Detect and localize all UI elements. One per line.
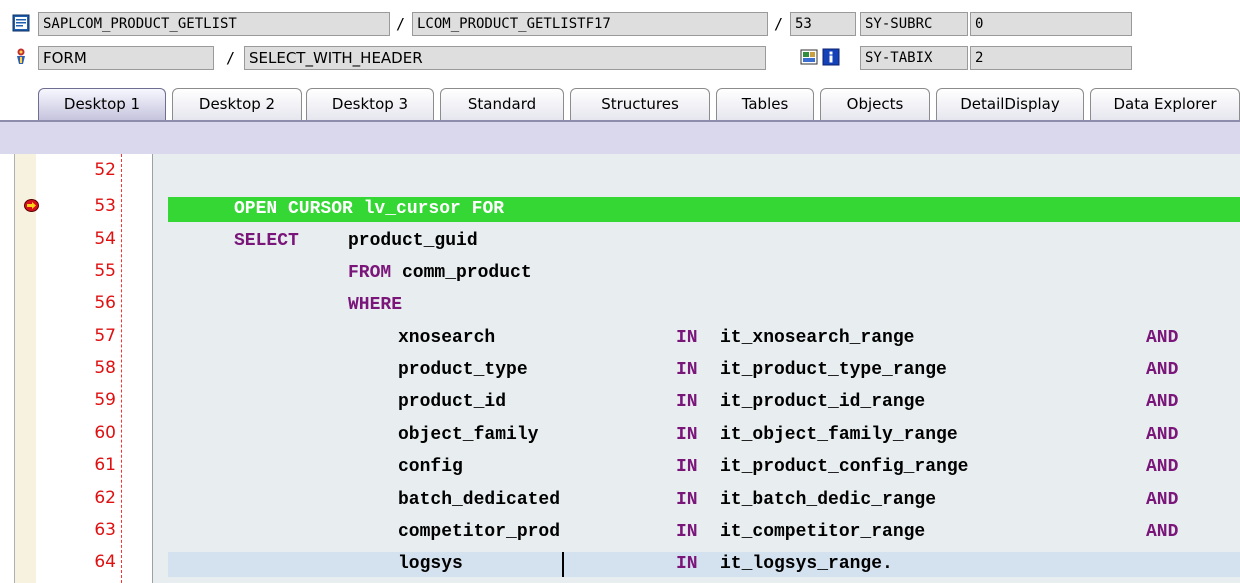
keyword-in: IN — [676, 457, 698, 477]
line-number: 56 — [94, 293, 116, 313]
code-text: it_xnosearch_range — [720, 328, 915, 348]
keyword-in: IN — [676, 328, 698, 348]
tab-standard[interactable]: Standard — [440, 88, 564, 120]
code-text: it_product_config_range — [720, 457, 969, 477]
sysvar2-value-field[interactable]: 2 — [970, 46, 1132, 70]
code-text: xnosearch — [398, 328, 496, 348]
line-number: 58 — [94, 358, 116, 378]
event-name-field[interactable]: SELECT_WITH_HEADER — [244, 46, 766, 70]
code-text: product_guid — [348, 231, 478, 251]
keyword-and: AND — [1146, 360, 1179, 380]
tab-data-explorer[interactable]: Data Explorer — [1090, 88, 1240, 120]
keyword-in: IN — [676, 360, 698, 380]
line-number: 59 — [94, 390, 116, 410]
code-text: it_logsys_range. — [720, 554, 893, 574]
code-line[interactable]: config IN it_product_config_range AND — [168, 455, 1240, 480]
program-separator: / — [396, 15, 406, 33]
code-text: object_family — [398, 425, 539, 445]
program-name-field[interactable]: SAPLCOM_PRODUCT_GETLIST — [38, 12, 390, 36]
line-number: 61 — [94, 455, 116, 475]
keyword-select: SELECT — [234, 231, 299, 251]
code-line[interactable]: batch_dedicated IN it_batch_dedic_range … — [168, 488, 1240, 513]
code-line[interactable]: WHERE — [168, 293, 1240, 318]
sysvar1-name-field[interactable]: SY-SUBRC — [860, 12, 968, 36]
keyword-from: FROM — [348, 263, 392, 283]
code-text: competitor_prod — [398, 522, 561, 542]
desktop-toolbar-strip — [0, 122, 1240, 154]
code-text: OPEN CURSOR lv_cursor FOR — [234, 199, 505, 219]
keyword-in: IN — [676, 392, 698, 412]
tab-objects[interactable]: Objects — [820, 88, 930, 120]
tab-tables[interactable]: Tables — [716, 88, 814, 120]
line-number-field[interactable]: 53 — [790, 12, 856, 36]
code-text: it_batch_dedic_range — [720, 490, 937, 510]
code-text: it_product_type_range — [720, 360, 947, 380]
keyword-where: WHERE — [348, 295, 403, 315]
line-number: 55 — [94, 261, 116, 281]
code-line-current[interactable]: OPEN CURSOR lv_cursor FOR — [168, 197, 1240, 222]
code-line-cursor[interactable]: logsys IN it_logsys_range. — [168, 552, 1240, 577]
code-text: it_product_id_range — [720, 392, 926, 412]
code-text: product_type — [398, 360, 528, 380]
line-number: 60 — [94, 423, 116, 443]
line-number: 57 — [94, 326, 116, 346]
tab-structures[interactable]: Structures — [570, 88, 710, 120]
line-number: 53 — [94, 196, 116, 216]
tab-desktop-1[interactable]: Desktop 1 — [38, 88, 166, 120]
code-line[interactable]: FROM comm_product — [168, 261, 1240, 286]
line-number: 52 — [94, 160, 116, 180]
source-code-editor[interactable]: 52 53 54 55 56 57 58 59 60 61 62 63 64 O… — [0, 154, 1240, 583]
code-line[interactable]: product_type IN it_product_type_range AN… — [168, 358, 1240, 383]
code-text: config — [398, 457, 463, 477]
keyword-in: IN — [676, 490, 698, 510]
tab-desktop-3[interactable]: Desktop 3 — [306, 88, 434, 120]
keyword-in: IN — [676, 522, 698, 542]
line-number: 62 — [94, 488, 116, 508]
code-line[interactable]: object_family IN it_object_family_range … — [168, 423, 1240, 448]
code-text: it_object_family_range — [720, 425, 958, 445]
info-icon[interactable] — [822, 48, 840, 66]
code-line[interactable]: competitor_prod IN it_competitor_range A… — [168, 520, 1240, 545]
code-text: logsys — [398, 554, 463, 574]
text-cursor — [562, 552, 564, 577]
code-line[interactable]: product_id IN it_product_id_range AND — [168, 390, 1240, 415]
event-type-field[interactable]: FORM — [38, 46, 214, 70]
line-separator: / — [774, 15, 784, 33]
keyword-and: AND — [1146, 392, 1179, 412]
keyword-and: AND — [1146, 457, 1179, 477]
tab-detaildisplay[interactable]: DetailDisplay — [936, 88, 1084, 120]
sysvar1-value-field[interactable]: 0 — [970, 12, 1132, 36]
code-text: it_competitor_range — [720, 522, 926, 542]
event-icon — [17, 48, 25, 64]
breakpoint-gutter[interactable] — [14, 154, 37, 583]
keyword-and: AND — [1146, 490, 1179, 510]
line-number: 63 — [94, 520, 116, 540]
keyword-and: AND — [1146, 522, 1179, 542]
tab-desktop-2[interactable]: Desktop 2 — [172, 88, 302, 120]
line-number: 64 — [94, 552, 116, 572]
desktop-tab-strip: Desktop 1 Desktop 2 Desktop 3 Standard S… — [0, 84, 1240, 120]
sysvar2-name-field[interactable]: SY-TABIX — [860, 46, 968, 70]
display-object-icon[interactable] — [800, 48, 818, 66]
keyword-and: AND — [1146, 425, 1179, 445]
code-text: comm_product — [402, 263, 532, 283]
code-text: batch_dedicated — [398, 490, 561, 510]
include-name-field[interactable]: LCOM_PRODUCT_GETLISTF17 — [412, 12, 768, 36]
keyword-in: IN — [676, 425, 698, 445]
event-separator: / — [226, 49, 236, 67]
debugger-header: SAPLCOM_PRODUCT_GETLIST / LCOM_PRODUCT_G… — [0, 0, 1240, 88]
code-line[interactable]: SELECT product_guid — [168, 229, 1240, 254]
code-line[interactable]: xnosearch IN it_xnosearch_range AND — [168, 326, 1240, 351]
code-text: product_id — [398, 392, 507, 412]
keyword-and: AND — [1146, 328, 1179, 348]
source-program-icon[interactable] — [12, 14, 30, 32]
keyword-in: IN — [676, 554, 698, 574]
line-number: 54 — [94, 229, 116, 249]
